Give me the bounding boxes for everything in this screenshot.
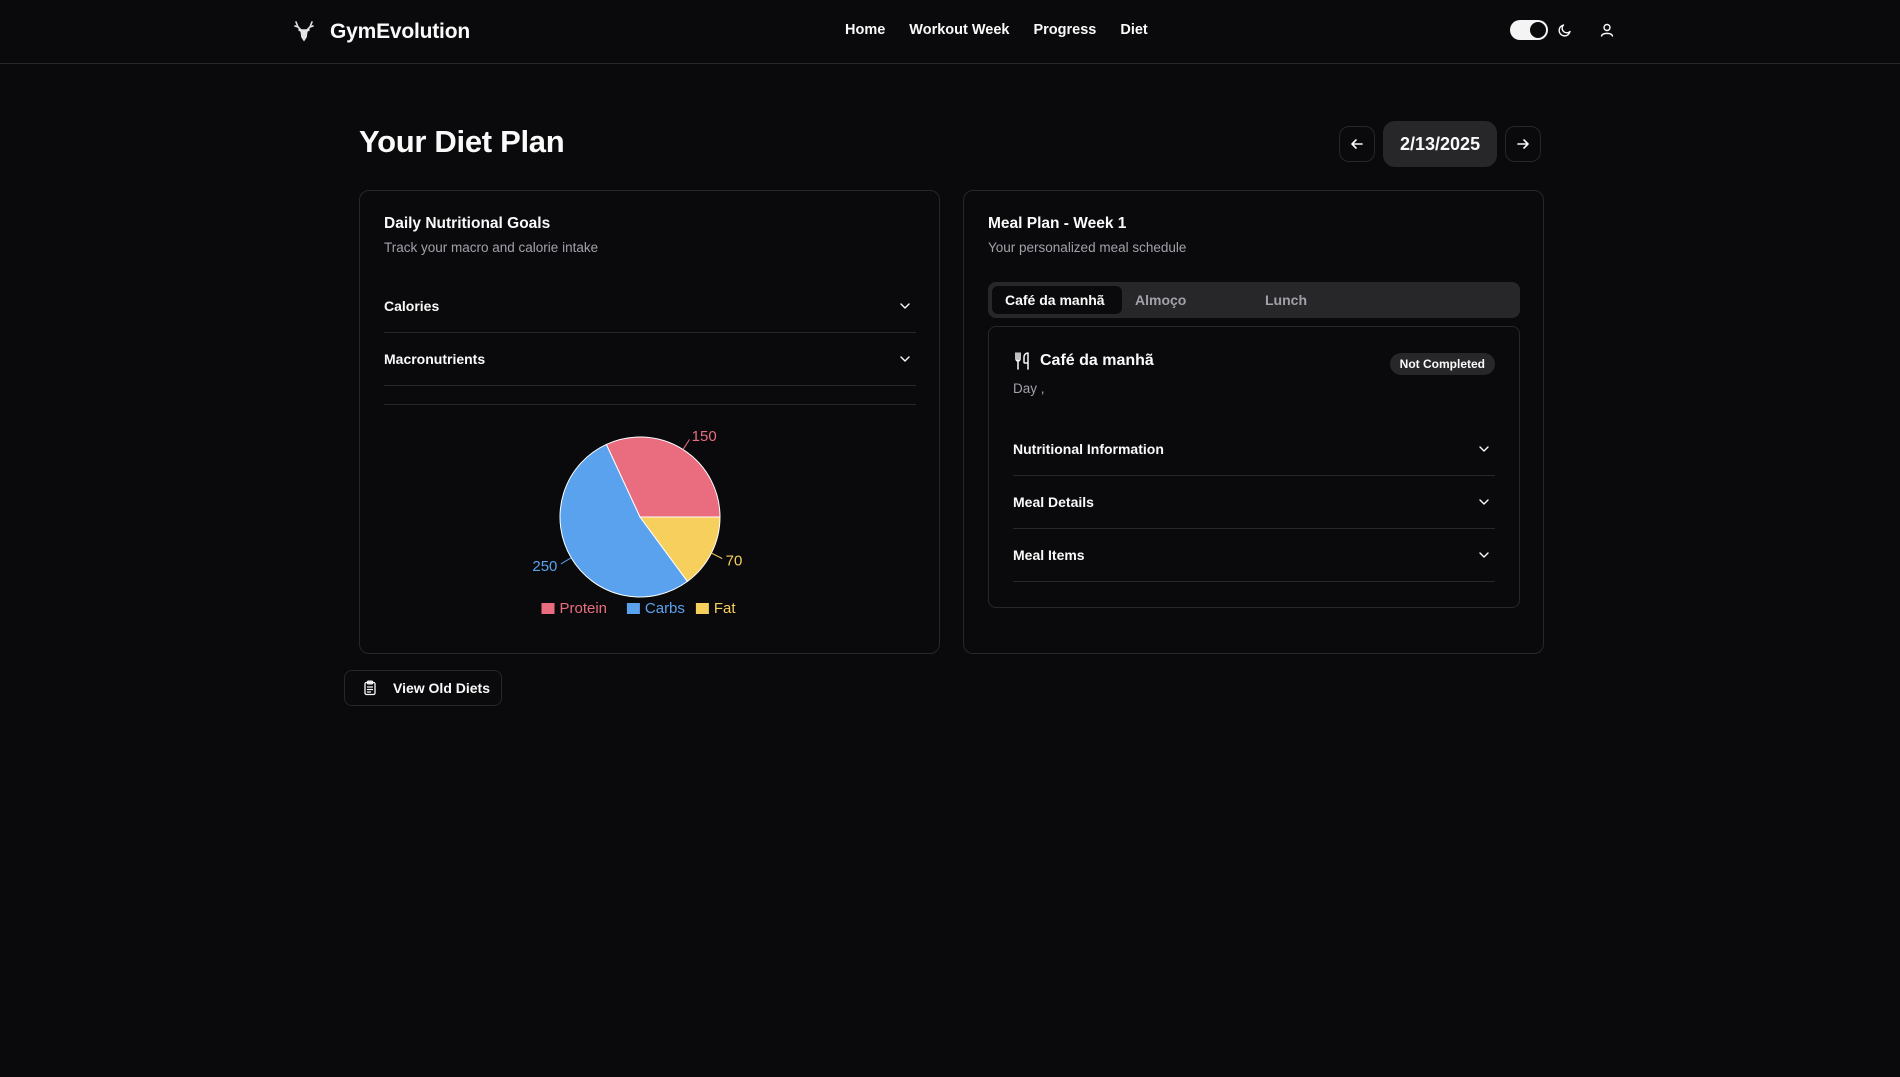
accordion-label: Calories xyxy=(384,298,440,314)
accordion-meal-details[interactable]: Meal Details xyxy=(1013,476,1495,529)
card-subtitle: Your personalized meal schedule xyxy=(988,240,1187,255)
accordion-meal-items[interactable]: Meal Items xyxy=(1013,529,1495,582)
macro-pie-chart: 150 250 70 Protein Carbs Fat xyxy=(520,421,760,621)
legend-swatch-protein xyxy=(541,603,555,614)
pie-data-label: 250 xyxy=(532,558,557,575)
pie-svg: 150 250 70 Protein Carbs Fat xyxy=(532,428,743,617)
toggle-knob xyxy=(1530,22,1546,38)
pie-label-line xyxy=(711,552,723,559)
accordion-label: Meal Items xyxy=(1013,547,1085,563)
brand-name: GymEvolution xyxy=(330,20,470,43)
utensils-icon xyxy=(1013,351,1033,371)
nutritional-goals-card: Daily Nutritional Goals Track your macro… xyxy=(359,190,940,654)
user-icon[interactable] xyxy=(1599,22,1615,38)
meal-plan-card: Meal Plan - Week 1 Your personalized mea… xyxy=(963,190,1544,654)
card-subtitle: Track your macro and calorie intake xyxy=(384,240,599,255)
clipboard-icon xyxy=(362,680,378,696)
accordion-label: Macronutrients xyxy=(384,351,486,367)
deer-head-icon xyxy=(290,18,318,46)
chevron-down-icon xyxy=(1477,548,1491,562)
legend-swatch-carbs xyxy=(626,603,640,614)
arrow-left-icon xyxy=(1350,137,1364,151)
tab-almoco[interactable]: Almoço xyxy=(1135,286,1265,314)
card-title: Daily Nutritional Goals xyxy=(384,215,551,232)
accordion-nutritional-information[interactable]: Nutritional Information xyxy=(1013,423,1495,476)
main-nav: Home Workout Week Progress Diet xyxy=(845,22,1148,38)
meal-day: Day , xyxy=(1013,381,1045,396)
meal-name: Café da manhã xyxy=(1040,352,1154,369)
theme-toggle[interactable] xyxy=(1510,20,1548,40)
card-title: Meal Plan - Week 1 xyxy=(988,215,1127,232)
view-old-diets-label: View Old Diets xyxy=(393,680,490,696)
view-old-diets-button[interactable]: View Old Diets xyxy=(344,670,502,706)
nav-item-diet[interactable]: Diet xyxy=(1120,22,1147,38)
next-day-button[interactable] xyxy=(1505,126,1542,162)
accordion-calories[interactable]: Calories xyxy=(384,280,916,333)
date-navigator: 2/13/2025 xyxy=(1339,121,1542,167)
legend-label-carbs[interactable]: Carbs xyxy=(645,600,685,617)
brand[interactable]: GymEvolution xyxy=(290,16,470,48)
arrow-right-icon xyxy=(1516,137,1530,151)
tab-cafe-da-manha[interactable]: Café da manhã xyxy=(992,286,1122,314)
legend-label-fat[interactable]: Fat xyxy=(714,600,737,617)
tab-lunch[interactable]: Lunch xyxy=(1265,286,1307,314)
meal-header: Café da manhã xyxy=(1013,351,1154,371)
divider xyxy=(384,404,916,405)
legend-label-protein[interactable]: Protein xyxy=(560,600,608,617)
legend-swatch-fat xyxy=(695,603,709,614)
pie-label-line xyxy=(560,557,572,565)
chevron-down-icon xyxy=(898,299,912,313)
meal-detail-card: Café da manhã Day , Not Completed Nutrit… xyxy=(988,326,1520,608)
chevron-down-icon xyxy=(1477,495,1491,509)
header-actions xyxy=(1510,20,1615,40)
page-title: Your Diet Plan xyxy=(359,124,565,159)
accordion-label: Nutritional Information xyxy=(1013,441,1164,457)
nav-item-home[interactable]: Home xyxy=(845,22,885,38)
pie-data-label: 70 xyxy=(726,552,743,569)
pie-legend: Protein Carbs Fat xyxy=(541,600,737,617)
accordion-macronutrients[interactable]: Macronutrients xyxy=(384,333,916,386)
chevron-down-icon xyxy=(1477,442,1491,456)
previous-day-button[interactable] xyxy=(1339,126,1375,162)
meal-tabs: Café da manhã Almoço Lunch xyxy=(988,282,1520,318)
top-navbar: GymEvolution Home Workout Week Progress … xyxy=(0,0,1900,64)
chevron-down-icon xyxy=(898,352,912,366)
accordion-label: Meal Details xyxy=(1013,494,1094,510)
nav-item-progress[interactable]: Progress xyxy=(1033,22,1096,38)
pie-data-label: 150 xyxy=(692,428,717,445)
pie-label-line xyxy=(682,439,690,450)
current-date[interactable]: 2/13/2025 xyxy=(1383,121,1498,167)
moon-icon xyxy=(1557,22,1573,38)
nav-item-workout-week[interactable]: Workout Week xyxy=(909,22,1009,38)
status-badge: Not Completed xyxy=(1389,353,1495,375)
